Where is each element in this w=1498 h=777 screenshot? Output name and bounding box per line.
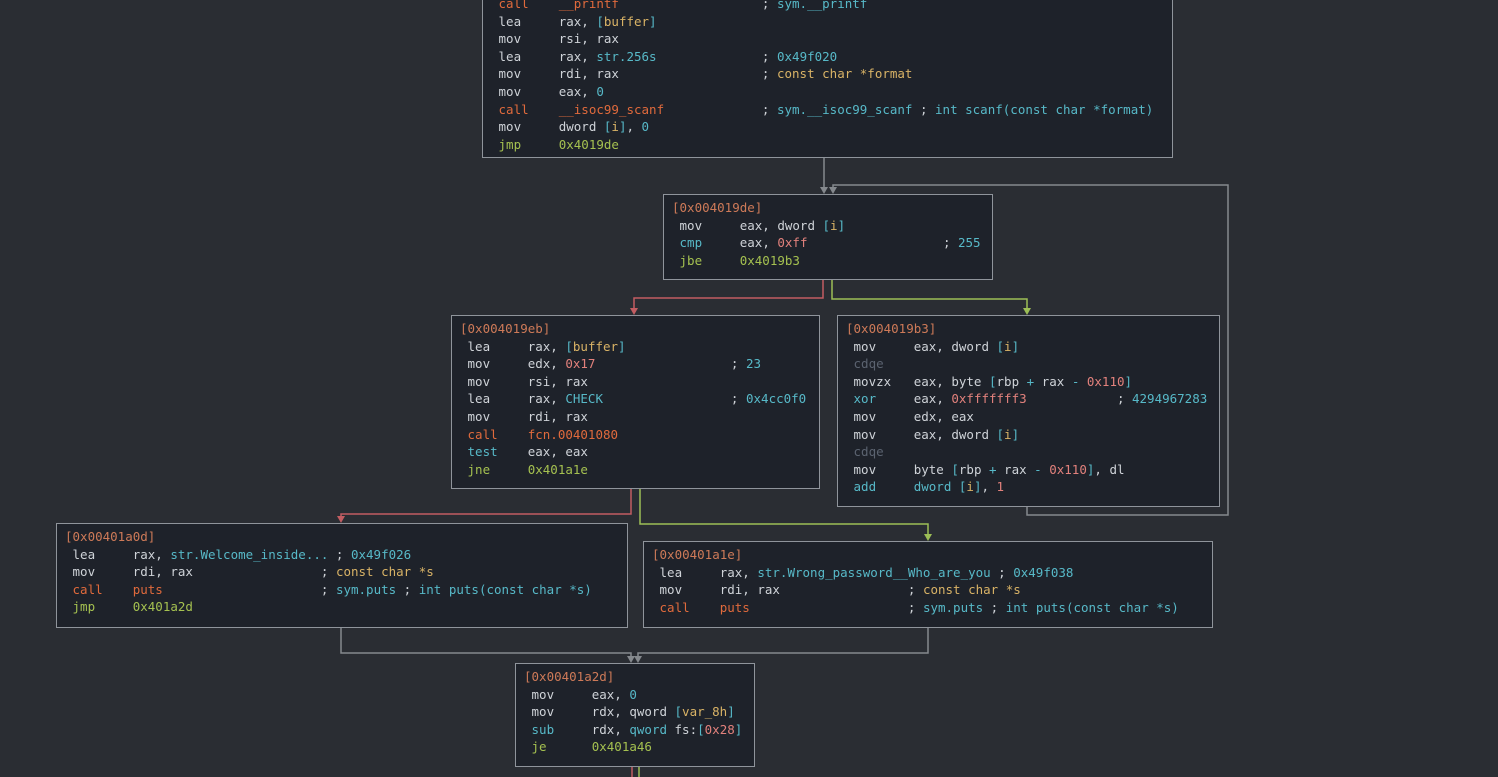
asm-line: mov dword [i], 0 — [491, 118, 1172, 136]
edge-true-0x004019de-to-0x004019b3-arrowhead — [1023, 308, 1031, 315]
asm-line: lea rax, str.Welcome_inside... ; 0x49f02… — [65, 546, 627, 564]
asm-line: mov edx, eax — [846, 408, 1219, 426]
asm-line: mov edx, 0x17 ; 23 — [460, 355, 819, 373]
asm-line: cdqe — [846, 443, 1219, 461]
asm-line: cdqe — [846, 355, 1219, 373]
edge-true-0x004019de-to-0x004019b3 — [832, 280, 1027, 309]
asm-line: mov rdx, qword [var_8h] — [524, 703, 754, 721]
asm-line: jmp 0x401a2d — [65, 598, 627, 616]
block-header: [0x00401a1e] — [652, 546, 1212, 564]
asm-line: mov rdi, rax ; const char *format — [491, 65, 1172, 83]
asm-line: jbe 0x4019b3 — [672, 252, 992, 270]
edge-false-0x004019de-to-0x004019eb — [634, 280, 823, 309]
graph-canvas[interactable]: call __printf ; sym.__printf lea rax, [b… — [0, 0, 1498, 777]
block-header: [0x004019b3] — [846, 320, 1219, 338]
basic-block-0x004019b3[interactable]: [0x004019b3] mov eax, dword [i] cdqe mov… — [837, 315, 1220, 507]
block-header: [0x00401a0d] — [65, 528, 627, 546]
asm-line: mov eax, 0 — [524, 686, 754, 704]
asm-line: test eax, eax — [460, 443, 819, 461]
asm-line: mov eax, dword [i] — [672, 217, 992, 235]
edge-loop-0x004019b3-to-0x004019de-arrowhead — [829, 187, 837, 194]
asm-line: mov rsi, rax — [491, 30, 1172, 48]
block-header: [0x00401a2d] — [524, 668, 754, 686]
basic-block-0x004019de[interactable]: [0x004019de] mov eax, dword [i] cmp eax,… — [663, 194, 993, 280]
asm-line: lea rax, CHECK ; 0x4cc0f0 — [460, 390, 819, 408]
basic-block-0x00401a0d[interactable]: [0x00401a0d] lea rax, str.Welcome_inside… — [56, 523, 628, 628]
asm-line: call __isoc99_scanf ; sym.__isoc99_scanf… — [491, 101, 1172, 119]
basic-block-entry[interactable]: call __printf ; sym.__printf lea rax, [b… — [482, 0, 1173, 158]
asm-line: mov eax, 0 — [491, 83, 1172, 101]
asm-line: mov rsi, rax — [460, 373, 819, 391]
edge-entry-to-0x004019de-arrowhead — [820, 187, 828, 194]
asm-line: jne 0x401a1e — [460, 461, 819, 479]
edge-true-0x004019eb-to-0x00401a1e-arrowhead — [924, 534, 932, 541]
basic-block-0x004019eb[interactable]: [0x004019eb] lea rax, [buffer] mov edx, … — [451, 315, 820, 489]
asm-line: call fcn.00401080 — [460, 426, 819, 444]
asm-line: call puts ; sym.puts ; int puts(const ch… — [65, 581, 627, 599]
asm-line: mov rdi, rax ; const char *s — [652, 581, 1212, 599]
asm-line: lea rax, str.256s ; 0x49f020 — [491, 48, 1172, 66]
edge-0x00401a0d-to-0x00401a2d-arrowhead — [627, 656, 635, 663]
edge-false-0x004019eb-to-0x00401a0d-arrowhead — [337, 516, 345, 523]
edge-0x00401a1e-to-0x00401a2d-arrowhead — [634, 656, 642, 663]
asm-line: sub rdx, qword fs:[0x28] — [524, 721, 754, 739]
asm-line: mov rdi, rax ; const char *s — [65, 563, 627, 581]
block-header: [0x004019de] — [672, 199, 992, 217]
asm-line: cmp eax, 0xff ; 255 — [672, 234, 992, 252]
edge-0x00401a1e-to-0x00401a2d — [638, 628, 928, 657]
asm-line: mov eax, dword [i] — [846, 338, 1219, 356]
asm-line: mov eax, dword [i] — [846, 426, 1219, 444]
asm-line: call puts ; sym.puts ; int puts(const ch… — [652, 599, 1212, 617]
asm-line: mov byte [rbp + rax - 0x110], dl — [846, 461, 1219, 479]
block-header: [0x004019eb] — [460, 320, 819, 338]
asm-line: jmp 0x4019de — [491, 136, 1172, 154]
asm-line: add dword [i], 1 — [846, 478, 1219, 496]
asm-line: je 0x401a46 — [524, 738, 754, 756]
edge-0x00401a0d-to-0x00401a2d — [341, 628, 631, 657]
asm-line: call __printf ; sym.__printf — [491, 0, 1172, 13]
asm-line: movzx eax, byte [rbp + rax - 0x110] — [846, 373, 1219, 391]
asm-line: lea rax, str.Wrong_password__Who_are_you… — [652, 564, 1212, 582]
asm-line: lea rax, [buffer] — [460, 338, 819, 356]
asm-line: lea rax, [buffer] — [491, 13, 1172, 31]
basic-block-0x00401a1e[interactable]: [0x00401a1e] lea rax, str.Wrong_password… — [643, 541, 1213, 628]
edge-false-0x004019de-to-0x004019eb-arrowhead — [630, 308, 638, 315]
edge-false-0x004019eb-to-0x00401a0d — [341, 489, 631, 517]
asm-line: mov rdi, rax — [460, 408, 819, 426]
basic-block-0x00401a2d[interactable]: [0x00401a2d] mov eax, 0 mov rdx, qword [… — [515, 663, 755, 767]
asm-line: xor eax, 0xfffffff3 ; 4294967283 — [846, 390, 1219, 408]
